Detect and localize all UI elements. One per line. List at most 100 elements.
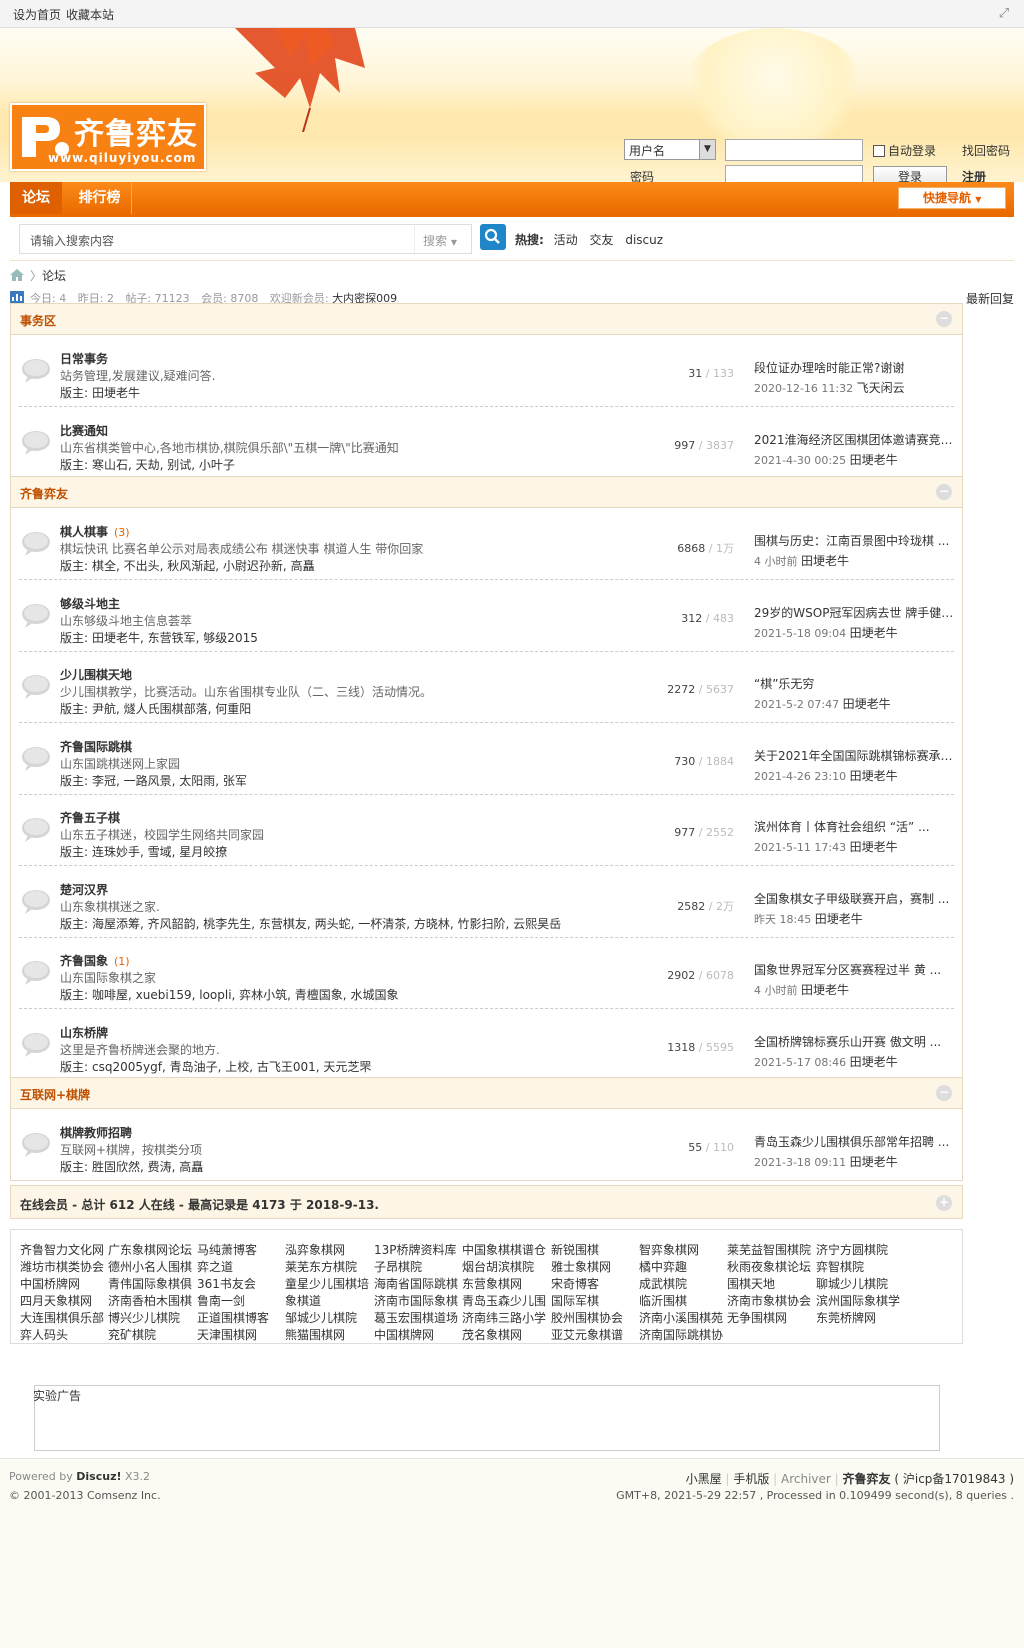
last-post-author[interactable]: 田埂老牛 (850, 453, 898, 467)
collapse-icon[interactable]: − (936, 311, 952, 327)
friend-link[interactable]: 葛玉宏围棋道场 (374, 1309, 458, 1326)
friend-link[interactable]: 亚艾元象棋谱 (551, 1326, 623, 1343)
forgot-password-link[interactable]: 找回密码 (962, 142, 1010, 159)
friend-link[interactable]: 国际军棋 (551, 1292, 599, 1309)
forum-bubble-icon[interactable] (21, 358, 51, 384)
last-post-author[interactable]: 田埂老牛 (850, 840, 898, 854)
footer-link[interactable]: Archiver (781, 1472, 831, 1486)
friend-link[interactable]: 正道围棋博客 (197, 1309, 269, 1326)
forum-bubble-icon[interactable] (21, 531, 51, 557)
section-title[interactable]: 互联网+棋牌 (20, 1086, 90, 1103)
forum-bubble-icon[interactable] (21, 746, 51, 772)
friend-link[interactable]: 博兴少儿棋院 (108, 1309, 180, 1326)
friend-link[interactable]: 德州小名人围棋 (108, 1258, 192, 1275)
collapse-icon[interactable]: − (936, 1085, 952, 1101)
friend-link[interactable]: 天津围棋网 (197, 1326, 257, 1343)
friend-link[interactable]: 361书友会 (197, 1275, 256, 1292)
friend-link[interactable]: 宋奇博客 (551, 1275, 599, 1292)
last-post-title[interactable]: 2021淮海经济区围棋团体邀请赛竞 ... (754, 431, 954, 448)
friend-link[interactable]: 济南纬三路小学 (462, 1309, 546, 1326)
friend-link[interactable]: 滨州国际象棋学 (816, 1292, 900, 1309)
friend-link[interactable]: 齐鲁智力文化网 (20, 1241, 104, 1258)
last-post-title[interactable]: 段位证办理啥时能正常?谢谢 (754, 359, 954, 376)
friend-link[interactable]: 海南省国际跳棋 (374, 1275, 458, 1292)
forum-bubble-icon[interactable] (21, 1132, 51, 1158)
friend-link[interactable]: 济南市象棋协会 (727, 1292, 811, 1309)
last-post-author[interactable]: 田埂老牛 (850, 626, 898, 640)
moderator-links[interactable]: csq2005ygf, 青岛油子, 上校, 古飞王001, 天元芝罘 (92, 1060, 371, 1074)
footer-link[interactable]: 齐鲁弈友 (843, 1472, 891, 1486)
section-title[interactable]: 齐鲁弈友 (20, 485, 68, 502)
last-post-title[interactable]: 全国桥牌锦标赛乐山开赛 傲文明 ... (754, 1033, 954, 1050)
friend-link[interactable]: 13P桥牌资料库 (374, 1241, 457, 1258)
copyright[interactable]: © 2001-2013 Comsenz Inc. (9, 1489, 161, 1502)
icp-link[interactable]: ( 沪icp备17019843 ) (894, 1472, 1014, 1486)
search-type-select[interactable]: 搜索 ▼ (414, 224, 472, 254)
forum-bubble-icon[interactable] (21, 603, 51, 629)
last-post-title[interactable]: 关于2021年全国国际跳棋锦标赛承 ... (754, 747, 954, 764)
friend-link[interactable]: 莱芜东方棋院 (285, 1258, 357, 1275)
friend-link[interactable]: 胶州围棋协会 (551, 1309, 623, 1326)
friend-link[interactable]: 中国棋牌网 (374, 1326, 434, 1343)
friend-link[interactable]: 鲁南一剑 (197, 1292, 245, 1309)
last-post-title[interactable]: 全国象棋女子甲级联赛开启，赛制 ... (754, 890, 954, 907)
friend-link[interactable]: 东莞桥牌网 (816, 1309, 876, 1326)
last-post-author[interactable]: 田埂老牛 (815, 912, 863, 926)
collapse-icon[interactable]: − (936, 484, 952, 500)
friend-link[interactable]: 聊城少儿棋院 (816, 1275, 888, 1292)
moderator-links[interactable]: 李冠, 一路风景, 太阳雨, 张军 (92, 774, 247, 788)
footer-link[interactable]: 小黑屋 (686, 1472, 722, 1486)
moderator-links[interactable]: 田埂老牛, 东营铁军, 够级2015 (92, 631, 258, 645)
tab-forum[interactable]: 论坛 (10, 182, 62, 214)
last-post-title[interactable]: 青岛玉森少儿围棋俱乐部常年招聘 ... (754, 1133, 954, 1150)
friend-link[interactable]: 成武棋院 (639, 1275, 687, 1292)
last-post-title[interactable]: 滨州体育丨体育社会组织 “活” ... (754, 818, 954, 835)
friend-link[interactable]: 茂名象棋网 (462, 1326, 522, 1343)
friend-link[interactable]: 弈人码头 (20, 1326, 68, 1343)
moderator-links[interactable]: 连珠妙手, 雪域, 星月皎撩 (92, 845, 227, 859)
friend-link[interactable]: 济南小溪围棋苑 (639, 1309, 723, 1326)
last-post-author[interactable]: 田埂老牛 (843, 697, 891, 711)
friend-link[interactable]: 秋雨夜象棋论坛 (727, 1258, 811, 1275)
friend-link[interactable]: 象棋道 (285, 1292, 321, 1309)
friend-link[interactable]: 弈之道 (197, 1258, 233, 1275)
friend-link[interactable]: 马纯萧博客 (197, 1241, 257, 1258)
friend-link[interactable]: 广东象棋网论坛 (108, 1241, 192, 1258)
forum-bubble-icon[interactable] (21, 430, 51, 456)
forum-bubble-icon[interactable] (21, 960, 51, 986)
friend-link[interactable]: 中国象棋棋谱仓 (462, 1241, 546, 1258)
forum-name[interactable]: 棋牌教师招聘 (60, 1124, 138, 1141)
forum-name[interactable]: 日常事务 (60, 350, 114, 367)
hot-term[interactable]: 交友 (589, 233, 613, 247)
friend-link[interactable]: 橘中弈趣 (639, 1258, 687, 1275)
forum-bubble-icon[interactable] (21, 889, 51, 915)
friend-link[interactable]: 中国桥牌网 (20, 1275, 80, 1292)
last-post-author[interactable]: 田埂老牛 (850, 1055, 898, 1069)
last-post-title[interactable]: 围棋与历史：江南百景图中玲珑棋 ... (754, 532, 954, 549)
expand-icon[interactable]: ⤢ (996, 6, 1012, 22)
friend-link[interactable]: 大连围棋俱乐部 (20, 1309, 104, 1326)
latest-reply-link[interactable]: 最新回复 (966, 290, 1014, 307)
last-post-title[interactable]: “棋”乐无穷 (754, 675, 954, 692)
site-logo[interactable]: 齐鲁弈友 www.qiluyiyou.com (10, 103, 206, 171)
forum-bubble-icon[interactable] (21, 1032, 51, 1058)
moderator-links[interactable]: 海屋添筹, 齐风韶韵, 桃李先生, 东营棋友, 两头蛇, 一杯清茶, 方晓林, … (92, 917, 561, 931)
forum-name[interactable]: 齐鲁国象 (1) (60, 952, 130, 969)
online-summary[interactable]: 在线会员 - 总计 612 人在线 - 最高记录是 4173 于 2018-9-… (20, 1196, 379, 1213)
breadcrumb-forum[interactable]: 论坛 (42, 267, 66, 284)
friend-link[interactable]: 围棋天地 (727, 1275, 775, 1292)
forum-bubble-icon[interactable] (21, 674, 51, 700)
username-input[interactable] (725, 139, 863, 161)
last-post-title[interactable]: 国象世界冠军分区赛赛程过半 黄 ... (754, 961, 954, 978)
friend-link[interactable]: 济南香柏木围棋 (108, 1292, 192, 1309)
friend-link[interactable]: 临沂围棋 (639, 1292, 687, 1309)
friend-link[interactable]: 济南国际跳棋协 (639, 1326, 723, 1343)
auto-login-checkbox[interactable]: 自动登录 (873, 142, 936, 159)
friend-link[interactable]: 弈智棋院 (816, 1258, 864, 1275)
friend-link[interactable]: 济南市国际象棋 (374, 1292, 458, 1309)
moderator-links[interactable]: 胜固欣然, 费涛, 高矗 (92, 1160, 203, 1174)
home-icon[interactable] (10, 269, 24, 281)
friend-link[interactable]: 熊猫围棋网 (285, 1326, 345, 1343)
last-post-author[interactable]: 田埂老牛 (801, 554, 849, 568)
friend-link[interactable]: 四月天象棋网 (20, 1292, 92, 1309)
